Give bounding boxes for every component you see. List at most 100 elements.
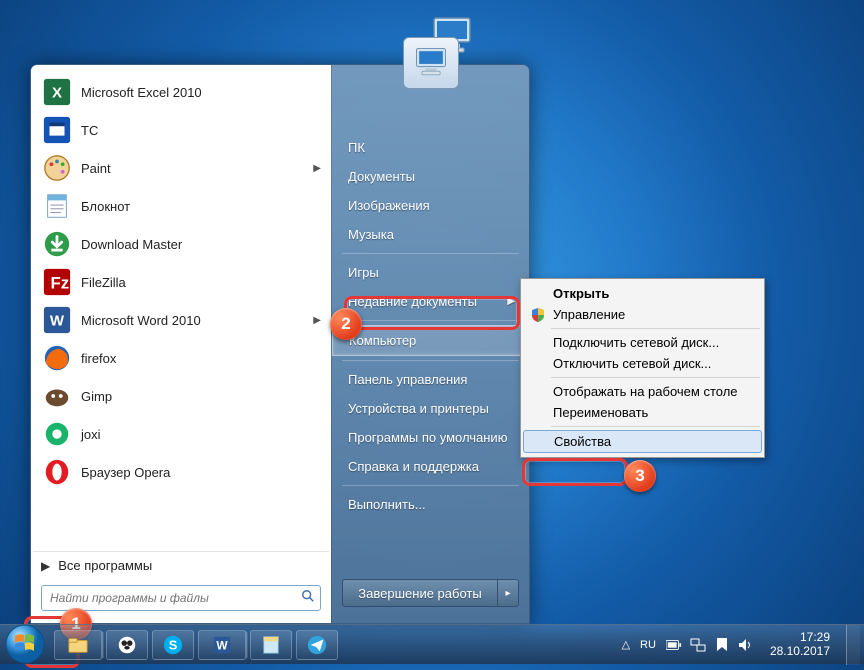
program-label: Блокнот (81, 199, 130, 214)
battery-icon[interactable] (666, 637, 682, 653)
user-avatar[interactable] (403, 37, 459, 89)
program-label: Download Master (81, 237, 182, 252)
context-item[interactable]: Отключить сетевой диск... (523, 353, 762, 374)
right-item-label: Компьютер (349, 333, 416, 348)
program-label: Paint (81, 161, 111, 176)
svg-text:W: W (50, 313, 65, 330)
right-item-label: Справка и поддержка (348, 459, 479, 474)
right-item[interactable]: Недавние документы▶ (332, 287, 529, 316)
taskbar-clock[interactable]: 17:29 28.10.2017 (764, 631, 836, 659)
filezilla-icon: Fz (41, 266, 73, 298)
taskbar-item-app1[interactable] (106, 630, 148, 660)
right-item-label: Панель управления (348, 372, 467, 387)
download-icon (41, 228, 73, 260)
shield-icon (529, 306, 547, 324)
program-item-excel[interactable]: XMicrosoft Excel 2010 (35, 73, 327, 111)
taskbar-item-skype[interactable]: S (152, 630, 194, 660)
context-separator (551, 377, 760, 378)
program-item-paint[interactable]: Paint▶ (35, 149, 327, 187)
right-item[interactable]: Игры (332, 258, 529, 287)
start-menu-left: XMicrosoft Excel 2010 TC Paint▶ Блокнот Down… (31, 65, 331, 623)
right-item[interactable]: Документы (332, 162, 529, 191)
context-item-label: Открыть (553, 286, 609, 301)
program-item-tc[interactable]: TC (35, 111, 327, 149)
right-item[interactable]: Компьютер (332, 325, 529, 356)
svg-text:Fz: Fz (50, 274, 69, 293)
program-item-gimp[interactable]: Gimp (35, 377, 327, 415)
volume-icon[interactable] (738, 637, 754, 653)
svg-text:X: X (52, 85, 62, 102)
taskbar-item-notes[interactable] (250, 630, 292, 660)
context-item[interactable]: Отображать на рабочем столе (523, 381, 762, 402)
show-desktop-button[interactable] (846, 625, 860, 665)
right-item[interactable]: ПК (332, 133, 529, 162)
right-item[interactable]: Устройства и принтеры (332, 394, 529, 423)
program-label: TC (81, 123, 98, 138)
gimp-icon (41, 380, 73, 412)
clock-date: 28.10.2017 (770, 645, 830, 659)
context-item-label: Отключить сетевой диск... (553, 356, 711, 371)
right-item[interactable]: Панель управления (332, 365, 529, 394)
callout-3 (522, 458, 628, 486)
action-center-icon[interactable] (714, 637, 730, 653)
program-item-word[interactable]: WMicrosoft Word 2010▶ (35, 301, 327, 339)
context-item-label: Подключить сетевой диск... (553, 335, 719, 350)
program-label: Microsoft Word 2010 (81, 313, 201, 328)
program-item-filezilla[interactable]: FzFileZilla (35, 263, 327, 301)
taskbar-item-telegram[interactable] (296, 630, 338, 660)
context-item[interactable]: Подключить сетевой диск... (523, 332, 762, 353)
right-item-label: Программы по умолчанию (348, 430, 507, 445)
search-icon (296, 589, 320, 608)
search-box (41, 585, 321, 611)
context-item-label: Свойства (554, 434, 611, 449)
taskbar-item-explorer[interactable] (54, 630, 102, 660)
right-item[interactable]: Программы по умолчанию (332, 423, 529, 452)
context-item[interactable]: Переименовать (523, 402, 762, 423)
svg-text:S: S (169, 637, 178, 652)
program-item-opera[interactable]: Браузер Opera (35, 453, 327, 491)
context-item[interactable]: Управление (523, 304, 762, 325)
program-item-notepad[interactable]: Блокнот (35, 187, 327, 225)
start-button[interactable] (4, 623, 46, 665)
taskbar-items: S W (54, 630, 338, 660)
right-item[interactable]: Музыка (332, 220, 529, 249)
language-indicator[interactable]: RU (640, 639, 656, 651)
program-label: firefox (81, 351, 116, 366)
start-menu-right: ПК Документы Изображения Музыка Игры Недавние… (331, 65, 529, 623)
program-label: joxi (81, 427, 101, 442)
shutdown-options-button[interactable]: ▸ (497, 579, 519, 607)
program-item-firefox[interactable]: firefox (35, 339, 327, 377)
right-item-label: Игры (348, 265, 379, 280)
separator (342, 360, 519, 361)
taskbar-item-word[interactable]: W (198, 630, 246, 660)
system-tray: △ RU 17:29 28.10.2017 (622, 625, 864, 665)
taskbar: S W △ RU 17:29 28.10.2017 (0, 624, 864, 664)
separator (342, 253, 519, 254)
right-item[interactable]: Выполнить... (332, 490, 529, 519)
context-separator (551, 426, 760, 427)
program-item-download[interactable]: Download Master (35, 225, 327, 263)
right-item-label: ПК (348, 140, 365, 155)
program-item-joxi[interactable]: joxi (35, 415, 327, 453)
context-item-label: Управление (553, 307, 625, 322)
all-programs[interactable]: ▶ Все программы (33, 551, 329, 579)
network-icon[interactable] (690, 637, 706, 653)
search-input[interactable] (42, 591, 296, 605)
context-item[interactable]: Открыть (523, 283, 762, 304)
context-separator (551, 328, 760, 329)
context-item-label: Переименовать (553, 405, 648, 420)
right-item-label: Выполнить... (348, 497, 426, 512)
tray-expand-icon[interactable]: △ (622, 638, 630, 651)
start-menu: XMicrosoft Excel 2010 TC Paint▶ Блокнот Down… (30, 64, 530, 624)
right-item-label: Недавние документы (348, 294, 477, 309)
right-item-label: Документы (348, 169, 415, 184)
context-item[interactable]: Свойства (523, 430, 762, 453)
right-item[interactable]: Изображения (332, 191, 529, 220)
excel-icon: X (41, 76, 73, 108)
separator (342, 320, 519, 321)
right-item[interactable]: Справка и поддержка (332, 452, 529, 481)
badge-3: 3 (624, 460, 656, 492)
right-item-label: Музыка (348, 227, 394, 242)
shutdown-button[interactable]: Завершение работы (342, 579, 497, 607)
shutdown-row: Завершение работы ▸ (332, 571, 529, 615)
